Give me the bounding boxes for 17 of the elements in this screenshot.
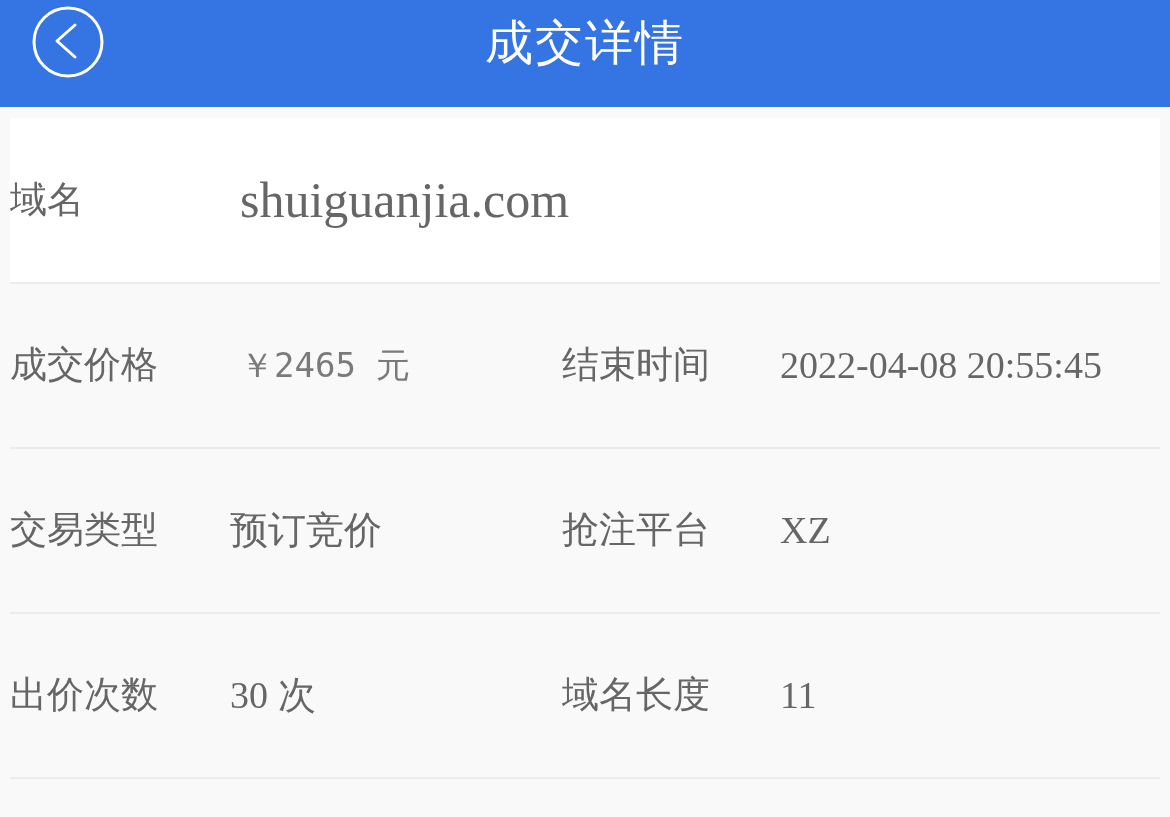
back-arrow-circle-icon	[32, 6, 104, 78]
page-title: 成交详情	[485, 18, 685, 66]
field-value: XZ	[780, 507, 831, 553]
field-label: 域名	[10, 177, 85, 223]
field-label: 出价次数	[10, 673, 159, 718]
field-value: 预订竞价	[230, 507, 382, 553]
field-label: 成交价格	[10, 343, 159, 388]
field-label: 结束时间	[562, 343, 711, 388]
back-button[interactable]	[32, 6, 104, 78]
domain-value: shuiguanjia.com	[240, 171, 570, 230]
field-label: 抢注平台	[562, 508, 711, 553]
field-value: 2022-04-08 20:55:45	[780, 342, 1102, 388]
field-value: 11	[780, 672, 817, 718]
field-label: 域名长度	[562, 673, 711, 718]
field-value: 30 次	[230, 672, 316, 718]
field-label: 交易类型	[10, 508, 159, 553]
price-value: ￥2465 元	[240, 345, 411, 386]
